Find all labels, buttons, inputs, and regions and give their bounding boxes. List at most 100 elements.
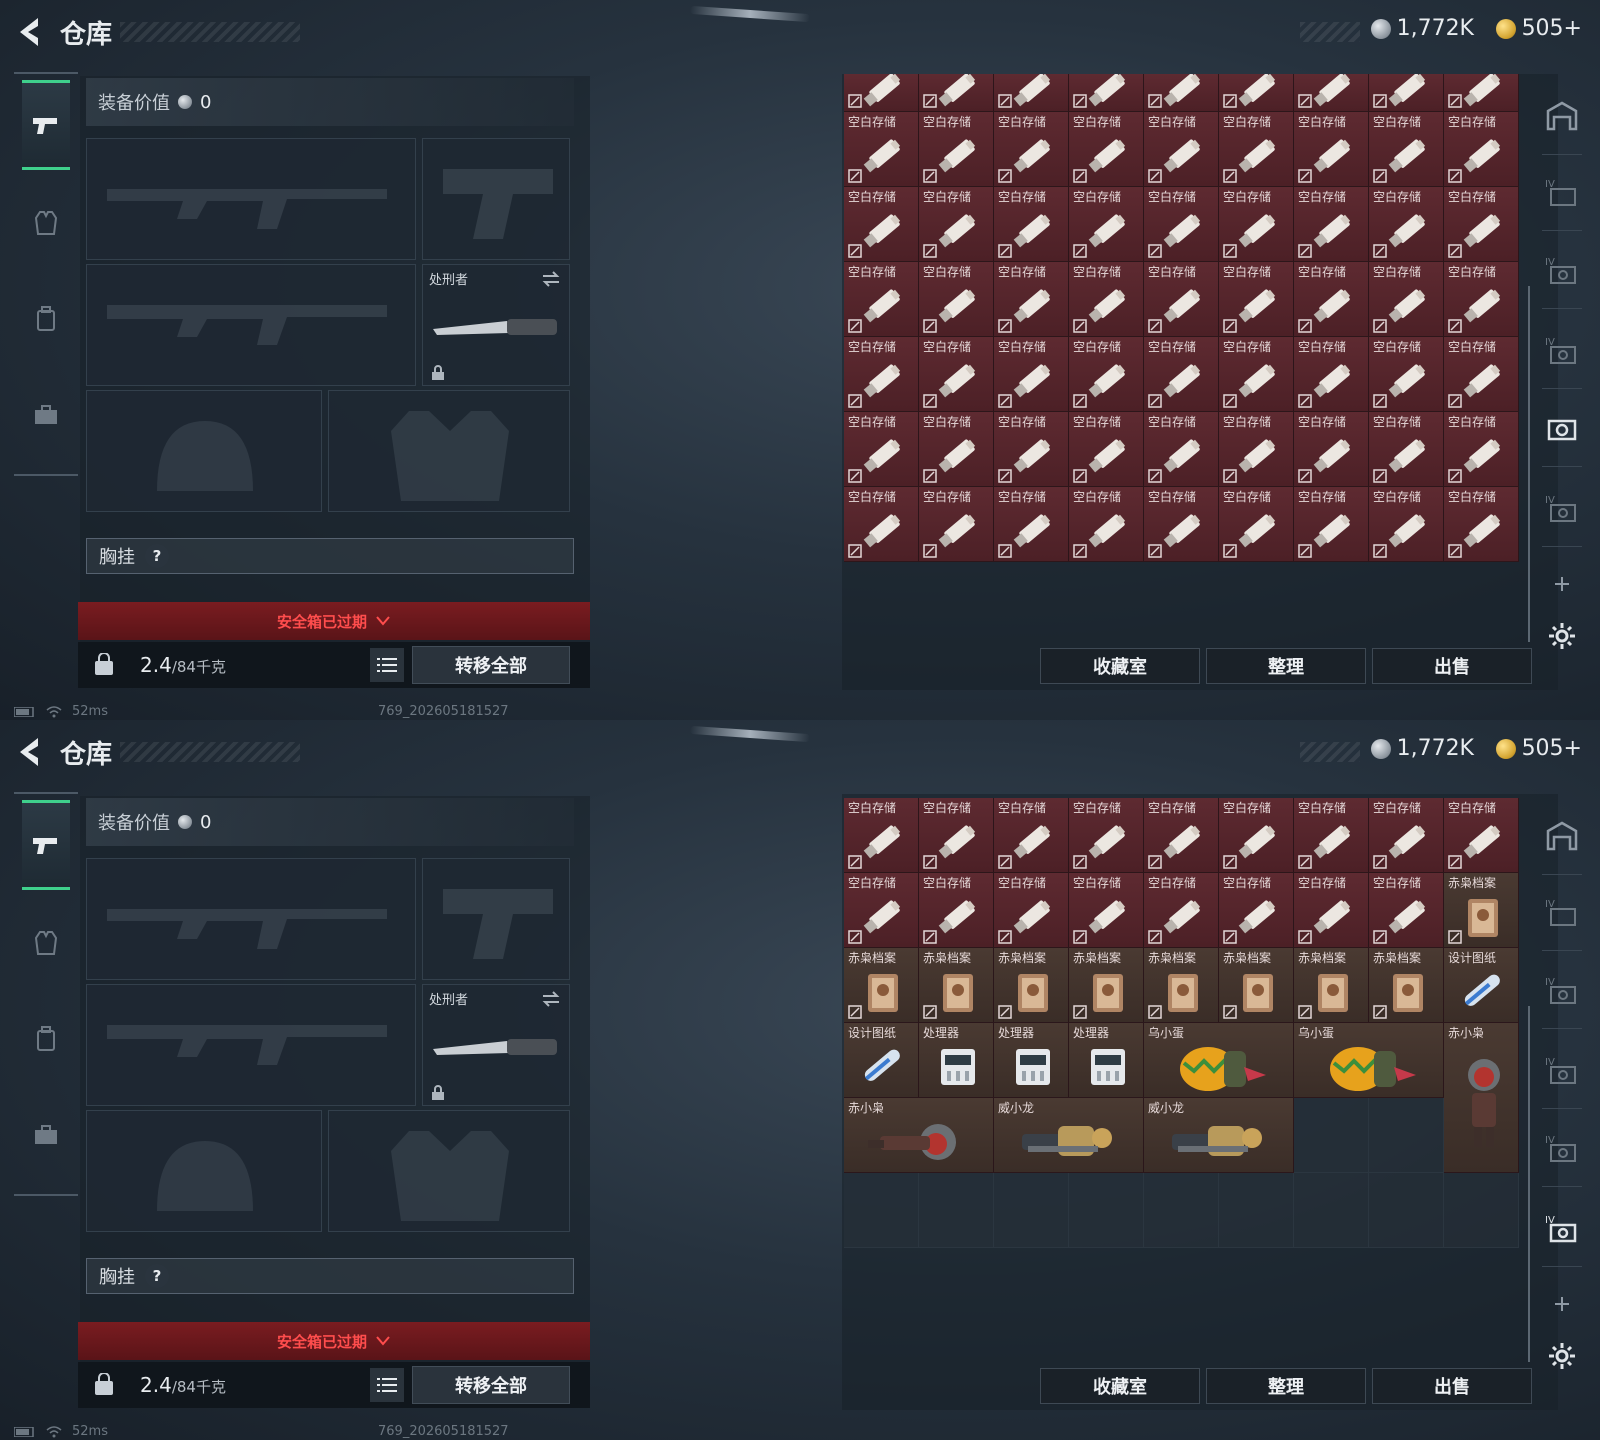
nav-weapons[interactable] [22,80,70,170]
storage-item-usb[interactable]: 空白存储 [1144,112,1219,187]
storage-tab-4-active[interactable] [1542,408,1582,448]
storage-item-egg[interactable]: 乌小蛋 [1294,1023,1444,1098]
storage-item-usb[interactable]: 空白存储 [1069,337,1144,412]
pistol-slot[interactable] [422,858,570,980]
storage-item-usb[interactable]: 空白存储 [1369,412,1444,487]
storage-item-usb[interactable]: 空白存储 [1144,337,1219,412]
storage-item-usb[interactable]: 空白存储 [1144,262,1219,337]
storage-item-usb[interactable]: 空白存储 [1369,798,1444,873]
storage-scrollbar[interactable] [1528,286,1530,642]
storage-item-usb[interactable]: 空白存储 [994,112,1069,187]
storage-item-usb[interactable]: 空白存储 [844,487,919,562]
storage-item-usb[interactable]: 空白存储 [844,873,919,948]
storage-item-usb[interactable] [1069,74,1144,112]
helmet-slot[interactable] [86,1110,322,1232]
storage-item-blueprint[interactable]: 设计图纸 [844,1023,919,1098]
storage-scrollbar[interactable] [1528,1006,1530,1362]
melee-slot[interactable]: 处刑者 [422,984,570,1106]
nav-backpack[interactable] [22,994,70,1084]
storage-item-usb[interactable]: 空白存储 [844,798,919,873]
storage-item-usb[interactable]: 空白存储 [1144,873,1219,948]
transfer-all-button[interactable]: 转移全部 [412,1366,570,1404]
primary-weapon-slot[interactable] [86,138,416,260]
storage-tab-1[interactable]: IV [1542,172,1582,212]
storage-item-usb[interactable]: 空白存储 [1369,873,1444,948]
storage-item-usb[interactable]: 空白存储 [1294,487,1369,562]
storage-item-usb[interactable]: 空白存储 [1444,798,1519,873]
storage-item-file[interactable]: 赤枭档案 [1444,873,1519,948]
storage-item-usb[interactable]: 空白存储 [919,798,994,873]
storage-tab-main[interactable] [1542,816,1582,856]
storage-item-usb[interactable]: 空白存储 [1069,262,1144,337]
storage-item-blueprint[interactable]: 设计图纸 [1444,948,1519,1023]
storage-item-usb[interactable]: 空白存储 [1069,112,1144,187]
storage-item-dragon[interactable]: 威小龙 [994,1098,1144,1173]
storage-tab-1[interactable]: IV [1542,892,1582,932]
primary-weapon-slot[interactable] [86,858,416,980]
storage-tab-main[interactable] [1542,96,1582,136]
storage-item-cpu[interactable]: 处理器 [1069,1023,1144,1098]
storage-item-usb[interactable]: 空白存储 [994,187,1069,262]
storage-item-usb[interactable]: 空白存储 [1369,187,1444,262]
storage-item-cpu[interactable]: 处理器 [919,1023,994,1098]
storage-item-usb[interactable]: 空白存储 [1144,412,1219,487]
storage-item-usb[interactable]: 空白存储 [1444,337,1519,412]
storage-item-usb[interactable] [919,74,994,112]
storage-item-usb[interactable]: 空白存储 [1369,487,1444,562]
storage-item-usb[interactable]: 空白存储 [1444,112,1519,187]
storage-item-usb[interactable]: 空白存储 [994,262,1069,337]
storage-item-usb[interactable]: 空白存储 [1369,337,1444,412]
storage-item-usb[interactable]: 空白存储 [1219,412,1294,487]
nav-backpack[interactable] [22,274,70,364]
nav-case[interactable] [22,1090,70,1180]
storage-item-usb[interactable]: 空白存储 [1069,487,1144,562]
back-arrow-icon[interactable] [14,14,46,50]
storage-item-usb[interactable]: 空白存储 [1294,337,1369,412]
storage-item-usb[interactable] [1369,74,1444,112]
storage-tab-5-active[interactable]: IV [1542,1208,1582,1248]
storage-item-usb[interactable]: 空白存储 [994,487,1069,562]
storage-item-figure2[interactable]: 赤小枭 [844,1098,994,1173]
helmet-slot[interactable] [86,390,322,512]
storage-item-usb[interactable]: 空白存储 [1219,873,1294,948]
safebox-expired-bar[interactable]: 安全箱已过期 [78,1322,590,1360]
storage-item-usb[interactable]: 空白存储 [1444,487,1519,562]
storage-item-usb[interactable]: 空白存储 [1444,262,1519,337]
nav-case[interactable] [22,370,70,460]
chest-rig-row[interactable]: 胸挂 ? [86,1258,574,1294]
storage-item-usb[interactable] [1219,74,1294,112]
storage-item-usb[interactable]: 空白存储 [994,873,1069,948]
storage-item-usb[interactable]: 空白存储 [1369,262,1444,337]
storage-item-usb[interactable]: 空白存储 [1069,187,1144,262]
storage-item-usb[interactable]: 空白存储 [919,187,994,262]
storage-item-file[interactable]: 赤枭档案 [844,948,919,1023]
storage-item-file[interactable]: 赤枭档案 [994,948,1069,1023]
storage-item-usb[interactable]: 空白存储 [844,112,919,187]
gold-currency[interactable]: 505+ [1495,16,1582,41]
storage-item-usb[interactable]: 空白存储 [1219,262,1294,337]
storage-item-dragon[interactable]: 威小龙 [1144,1098,1294,1173]
storage-item-usb[interactable]: 空白存储 [919,337,994,412]
pistol-slot[interactable] [422,138,570,260]
storage-item-file[interactable]: 赤枭档案 [1369,948,1444,1023]
list-view-button[interactable] [370,648,404,682]
storage-item-usb[interactable]: 空白存储 [1294,112,1369,187]
storage-tab-3[interactable]: IV [1542,1050,1582,1090]
storage-item-usb[interactable]: 空白存储 [1294,412,1369,487]
storage-item-usb[interactable]: 空白存储 [919,262,994,337]
storage-tab-3[interactable]: IV [1542,330,1582,370]
storage-item-usb[interactable]: 空白存储 [1219,337,1294,412]
sort-button[interactable]: 整理 [1206,1368,1366,1404]
nav-armor[interactable] [22,898,70,988]
storage-item-cpu[interactable]: 处理器 [994,1023,1069,1098]
storage-item-file[interactable]: 赤枭档案 [1219,948,1294,1023]
secondary-weapon-slot[interactable] [86,984,416,1106]
storage-item-usb[interactable]: 空白存储 [1069,873,1144,948]
gold-currency[interactable]: 505+ [1495,736,1582,761]
storage-item-usb[interactable] [1444,74,1519,112]
nav-weapons[interactable] [22,800,70,890]
storage-item-usb[interactable] [1294,74,1369,112]
help-icon[interactable]: ? [145,1264,169,1288]
storage-item-usb[interactable]: 空白存储 [1219,798,1294,873]
swap-icon[interactable] [541,271,561,287]
